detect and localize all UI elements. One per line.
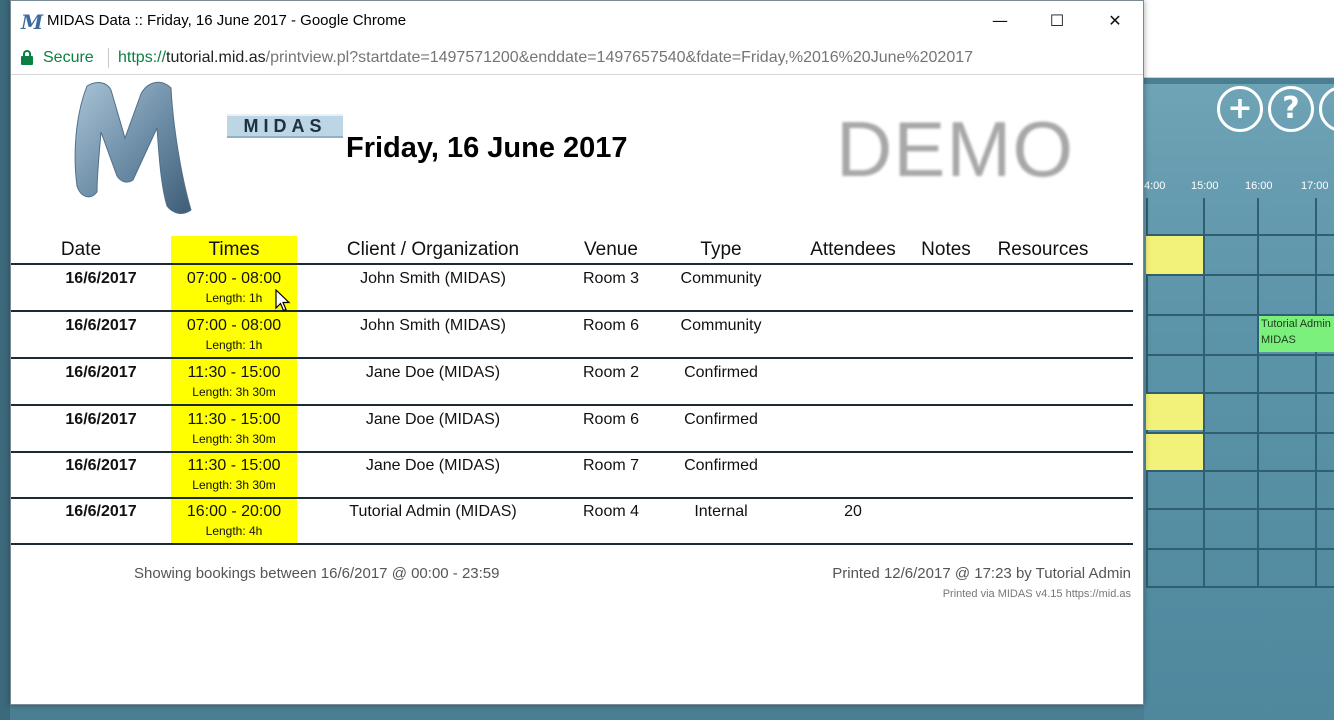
secure-label[interactable]: Secure: [43, 49, 94, 67]
table-row: 16/6/2017 11:30 - 15:00 Length: 3h 30m J…: [11, 407, 1133, 453]
cell-date: 16/6/2017: [65, 457, 137, 474]
calendar-booking[interactable]: [1146, 394, 1203, 430]
cell-type: Community: [680, 270, 762, 287]
maximize-icon[interactable]: ☐: [1034, 5, 1080, 37]
cell-client: Jane Doe (MIDAS): [365, 364, 501, 381]
column-header-venue: Venue: [584, 239, 638, 260]
cell-length: Length: 3h 30m: [192, 478, 276, 492]
hour-label: 17:00: [1301, 180, 1329, 192]
column-header-type: Type: [700, 239, 742, 260]
calendar-booking[interactable]: [1146, 236, 1203, 274]
cell-time: 16:00 - 20:00: [186, 503, 282, 520]
logo-wordmark: MIDAS: [227, 114, 343, 138]
close-icon[interactable]: ✕: [1092, 5, 1138, 37]
cell-client: Tutorial Admin (MIDAS): [349, 503, 517, 520]
help-icon[interactable]: ?: [1268, 86, 1314, 132]
midas-m-logo-icon: [74, 81, 192, 214]
window-title: MIDAS Data :: Friday, 16 June 2017 - Goo…: [47, 12, 407, 29]
cell-type: Confirmed: [684, 364, 758, 381]
cell-length: Length: 3h 30m: [192, 385, 276, 399]
demo-watermark: DEMO: [836, 105, 1074, 193]
cell-date: 16/6/2017: [65, 411, 137, 428]
title-bar[interactable]: M MIDAS Data :: Friday, 16 June 2017 - G…: [11, 1, 1143, 41]
print-view-page: MIDAS Friday, 16 June 2017 DEMO Date Tim…: [11, 76, 1143, 704]
column-header-notes: Notes: [921, 239, 971, 260]
logo-text: MIDAS: [243, 116, 327, 136]
cell-date: 16/6/2017: [65, 503, 137, 520]
calendar-booking[interactable]: [1146, 434, 1203, 470]
cell-length: Length: 3h 30m: [192, 432, 276, 446]
cell-venue: Room 6: [582, 411, 640, 428]
cell-date: 16/6/2017: [65, 364, 137, 381]
address-bar[interactable]: Secure https://tutorial.mid.as/printview…: [11, 41, 1143, 75]
cell-length: Length: 1h: [205, 338, 263, 352]
cell-date: 16/6/2017: [65, 317, 137, 334]
cell-time: 07:00 - 08:00: [186, 270, 282, 287]
column-header-client: Client / Organization: [346, 239, 520, 260]
url-scheme: https://: [118, 49, 167, 66]
footer-range: Showing bookings between 16/6/2017 @ 00:…: [134, 565, 500, 582]
booking-label: Tutorial Admin: [1261, 318, 1331, 330]
cell-venue: Room 6: [582, 317, 640, 334]
cell-client: John Smith (MIDAS): [360, 270, 506, 287]
minimize-icon[interactable]: —: [977, 5, 1023, 37]
hour-label: 15:00: [1191, 180, 1219, 192]
mouse-cursor-icon: [275, 289, 291, 312]
plus-icon[interactable]: +: [1217, 86, 1263, 132]
browser-window: M MIDAS Data :: Friday, 16 June 2017 - G…: [10, 0, 1144, 705]
url-path: /printview.pl?startdate=1497571200&endda…: [265, 49, 974, 66]
cell-venue: Room 4: [582, 503, 640, 520]
page-title: Friday, 16 June 2017: [346, 132, 628, 164]
background-toolbar: [1144, 0, 1334, 78]
column-header-resources: Resources: [997, 239, 1089, 260]
cell-client: Jane Doe (MIDAS): [365, 411, 501, 428]
cell-time: 07:00 - 08:00: [186, 317, 282, 334]
address-divider: [108, 48, 109, 68]
header-divider: [11, 263, 1133, 265]
cell-attendees: 20: [844, 503, 862, 520]
cell-client: Jane Doe (MIDAS): [365, 457, 501, 474]
table-row: 16/6/2017 07:00 - 08:00 Length: 1h John …: [11, 266, 1133, 312]
calendar-hour-labels: 4:00 15:00 16:00 17:00: [1144, 180, 1334, 196]
cell-time: 11:30 - 15:00: [187, 364, 281, 381]
url-host: tutorial.mid.as: [166, 49, 266, 66]
cell-type: Internal: [694, 503, 748, 520]
calendar-grid: Tutorial Admin MIDAS: [1146, 198, 1334, 588]
cell-venue: Room 2: [582, 364, 640, 381]
footer-credit: Printed via MIDAS v4.15 https://mid.as: [942, 588, 1131, 600]
midas-app-icon: M: [21, 10, 44, 34]
cell-time: 11:30 - 15:00: [187, 457, 281, 474]
cell-client: John Smith (MIDAS): [360, 317, 506, 334]
cell-date: 16/6/2017: [65, 270, 137, 287]
cell-time: 11:30 - 15:00: [187, 411, 281, 428]
column-header-attendees: Attendees: [810, 239, 896, 260]
column-header-times: Times: [208, 239, 260, 260]
footer-printed: Printed 12/6/2017 @ 17:23 by Tutorial Ad…: [832, 565, 1131, 582]
midas-logo: MIDAS: [63, 76, 343, 216]
cell-type: Confirmed: [684, 457, 758, 474]
calendar-booking[interactable]: Tutorial Admin MIDAS: [1259, 316, 1334, 352]
hour-label: 16:00: [1245, 180, 1273, 192]
table-row: 16/6/2017 16:00 - 20:00 Length: 4h Tutor…: [11, 499, 1133, 545]
cell-venue: Room 7: [582, 457, 640, 474]
booking-label: MIDAS: [1261, 334, 1296, 346]
cell-type: Confirmed: [684, 411, 758, 428]
background-left-edge: [0, 0, 10, 720]
column-header-date: Date: [60, 239, 102, 260]
lock-icon[interactable]: [21, 50, 33, 66]
hour-label: 4:00: [1144, 180, 1166, 192]
cell-type: Community: [680, 317, 762, 334]
table-row: 16/6/2017 11:30 - 15:00 Length: 3h 30m J…: [11, 360, 1133, 406]
cell-venue: Room 3: [582, 270, 640, 287]
url-field[interactable]: https://tutorial.mid.as/printview.pl?sta…: [118, 49, 973, 67]
table-row: 16/6/2017 07:00 - 08:00 Length: 1h John …: [11, 313, 1133, 359]
cell-length: Length: 4h: [205, 524, 263, 538]
table-row: 16/6/2017 11:30 - 15:00 Length: 3h 30m J…: [11, 453, 1133, 499]
